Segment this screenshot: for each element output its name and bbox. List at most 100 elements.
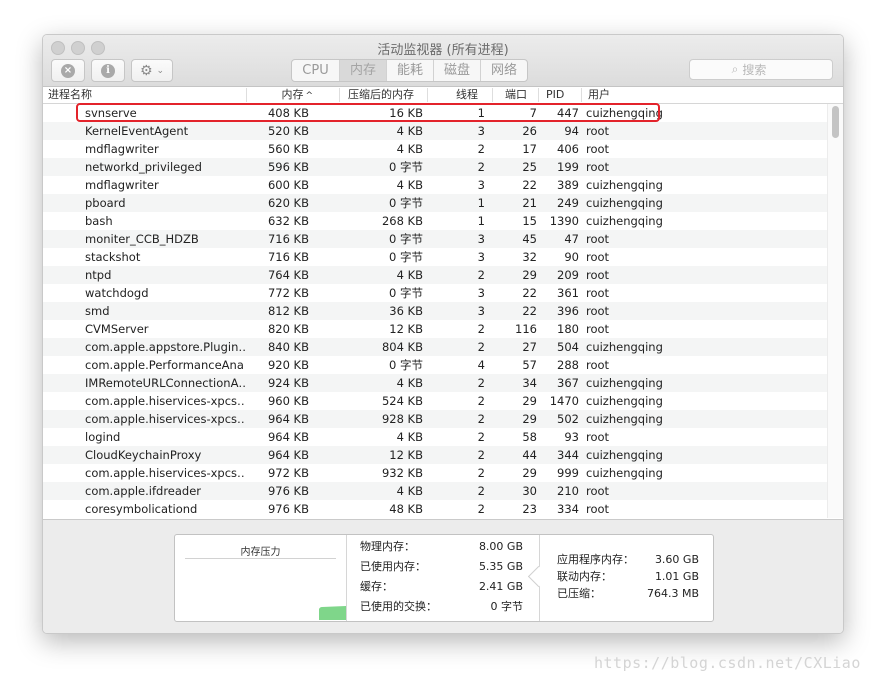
column-header-name[interactable]: 进程名称 bbox=[48, 88, 243, 102]
table-row[interactable]: com.apple.hiservices-xpcs… 972 KB 932 KB 2 2… bbox=[43, 464, 827, 482]
action-menu-button[interactable]: ⚙ ⌄ bbox=[131, 59, 173, 82]
search-box[interactable]: ⌕ bbox=[689, 59, 833, 80]
tab-cpu[interactable]: CPU bbox=[292, 60, 339, 81]
table-row[interactable]: IMRemoteURLConnectionA… 924 KB 4 KB 2 34 367 c… bbox=[43, 374, 827, 392]
cell-memory: 976 KB bbox=[267, 484, 309, 498]
view-tabs: CPU 内存 能耗 磁盘 网络 bbox=[291, 59, 528, 82]
table-row[interactable]: com.apple.appstore.Plugin… 840 KB 804 KB 2 2… bbox=[43, 338, 827, 356]
tab-energy[interactable]: 能耗 bbox=[386, 60, 433, 81]
cell-threads: 3 bbox=[477, 286, 485, 300]
cell-threads: 2 bbox=[477, 484, 485, 498]
compressed-memory-label: 已压缩： bbox=[557, 587, 601, 600]
table-row[interactable]: bash 632 KB 268 KB 1 15 1390 cuizhengqing bbox=[43, 212, 827, 230]
cell-memory: 964 KB bbox=[267, 412, 309, 426]
cell-compressed: 524 KB bbox=[381, 394, 423, 408]
cell-memory: 600 KB bbox=[267, 178, 309, 192]
cell-compressed: 48 KB bbox=[389, 502, 423, 516]
cell-ports: 32 bbox=[522, 250, 537, 264]
cell-memory: 976 KB bbox=[267, 502, 309, 516]
column-header-threads[interactable]: 线程 bbox=[427, 88, 478, 102]
cell-name: com.apple.hiservices-xpcs… bbox=[85, 412, 245, 426]
cell-threads: 2 bbox=[477, 430, 485, 444]
table-row[interactable]: com.apple.PerformanceAna… 920 KB 0 字节 4 57 28… bbox=[43, 356, 827, 374]
panel-caret bbox=[527, 565, 550, 588]
scroll-thumb[interactable] bbox=[832, 106, 839, 138]
cell-name: stackshot bbox=[85, 250, 141, 264]
memory-summary-area: 内存压力 物理内存： 8.00 GB 已使用内存： 5.35 GB 缓存： 2.… bbox=[43, 519, 843, 633]
vertical-scrollbar[interactable] bbox=[827, 104, 843, 518]
cell-memory: 620 KB bbox=[267, 196, 309, 210]
cell-name: KernelEventAgent bbox=[85, 124, 189, 138]
table-row[interactable]: moniter_CCB_HDZB 716 KB 0 字节 3 45 47 root bbox=[43, 230, 827, 248]
tab-memory[interactable]: 内存 bbox=[339, 60, 386, 81]
cell-memory: 520 KB bbox=[267, 124, 309, 138]
cell-threads: 2 bbox=[477, 376, 485, 390]
cell-ports: 23 bbox=[522, 502, 537, 516]
table-row[interactable]: coresymbolicationd 976 KB 48 KB 2 23 334 root bbox=[43, 500, 827, 518]
cell-name: com.apple.appstore.Plugin… bbox=[85, 340, 245, 354]
cell-memory: 920 KB bbox=[267, 358, 309, 372]
cell-ports: 44 bbox=[522, 448, 537, 462]
table-row[interactable]: CVMServer 820 KB 12 KB 2 116 180 root bbox=[43, 320, 827, 338]
column-header-pid[interactable]: PID bbox=[538, 88, 582, 102]
cell-name: mdflagwriter bbox=[85, 142, 159, 156]
cell-ports: 17 bbox=[522, 142, 537, 156]
cell-compressed: 4 KB bbox=[396, 124, 423, 138]
table-row[interactable]: CloudKeychainProxy 964 KB 12 KB 2 44 344 cuizh… bbox=[43, 446, 827, 464]
cell-pid: 47 bbox=[564, 232, 579, 246]
physical-memory-value: 8.00 GB bbox=[478, 540, 523, 553]
compressed-memory-value: 764.3 MB bbox=[646, 587, 699, 600]
cell-ports: 29 bbox=[522, 412, 537, 426]
table-row[interactable]: com.apple.hiservices-xpcs… 960 KB 524 KB 2 2… bbox=[43, 392, 827, 410]
tab-network[interactable]: 网络 bbox=[480, 60, 527, 81]
table-row[interactable]: ntpd 764 KB 4 KB 2 29 209 root bbox=[43, 266, 827, 284]
search-input[interactable] bbox=[738, 62, 791, 77]
stop-process-button[interactable]: × bbox=[51, 59, 85, 82]
table-row[interactable]: mdflagwriter 600 KB 4 KB 3 22 389 cuizhengqing bbox=[43, 176, 827, 194]
cell-compressed: 4 KB bbox=[396, 484, 423, 498]
cell-name: mdflagwriter bbox=[85, 178, 159, 192]
cell-compressed: 36 KB bbox=[389, 304, 423, 318]
cell-name: watchdogd bbox=[85, 286, 149, 300]
table-row[interactable]: watchdogd 772 KB 0 字节 3 22 361 root bbox=[43, 284, 827, 302]
cell-user: root bbox=[586, 250, 610, 264]
wired-memory-label: 联动内存： bbox=[557, 570, 612, 583]
table-row[interactable]: networkd_privileged 596 KB 0 字节 2 25 199 root bbox=[43, 158, 827, 176]
cell-ports: 26 bbox=[522, 124, 537, 138]
table-row[interactable]: smd 812 KB 36 KB 3 22 396 root bbox=[43, 302, 827, 320]
table-row[interactable]: KernelEventAgent 520 KB 4 KB 3 26 94 root bbox=[43, 122, 827, 140]
cell-ports: 22 bbox=[522, 286, 537, 300]
cell-threads: 2 bbox=[477, 412, 485, 426]
table-row[interactable]: com.apple.ifdreader 976 KB 4 KB 2 30 210 root bbox=[43, 482, 827, 500]
cell-threads: 1 bbox=[477, 214, 485, 228]
cell-ports: 21 bbox=[522, 196, 537, 210]
column-header-ports[interactable]: 端口 bbox=[492, 88, 527, 102]
cell-threads: 1 bbox=[477, 196, 485, 210]
table-row[interactable]: stackshot 716 KB 0 字节 3 32 90 root bbox=[43, 248, 827, 266]
cell-pid: 389 bbox=[557, 178, 579, 192]
cell-memory: 924 KB bbox=[267, 376, 309, 390]
column-header-compressed[interactable]: 压缩后的内存 bbox=[339, 88, 428, 102]
cell-user: cuizhengqing bbox=[586, 214, 663, 228]
column-header-memory[interactable]: 内存 ^ bbox=[246, 88, 313, 102]
column-header-user[interactable]: 用户 bbox=[581, 88, 668, 102]
memory-summary-panel: 内存压力 物理内存： 8.00 GB 已使用内存： 5.35 GB 缓存： 2.… bbox=[174, 534, 714, 622]
cell-user: root bbox=[586, 124, 610, 138]
tab-disk[interactable]: 磁盘 bbox=[433, 60, 480, 81]
cell-name: smd bbox=[85, 304, 110, 318]
table-row[interactable]: logind 964 KB 4 KB 2 58 93 root bbox=[43, 428, 827, 446]
cell-user: cuizhengqing bbox=[586, 466, 663, 480]
activity-monitor-window: 活动监视器 (所有进程) × i ⚙ ⌄ CPU 内存 能耗 磁盘 网络 ⌕ 进… bbox=[42, 34, 844, 634]
cell-ports: 27 bbox=[522, 340, 537, 354]
table-row[interactable]: com.apple.hiservices-xpcs… 964 KB 928 KB 2 2… bbox=[43, 410, 827, 428]
cell-pid: 94 bbox=[564, 124, 579, 138]
cell-memory: 596 KB bbox=[267, 160, 309, 174]
cell-pid: 1470 bbox=[549, 394, 579, 408]
inspect-process-button[interactable]: i bbox=[91, 59, 125, 82]
cell-pid: 344 bbox=[557, 448, 579, 462]
table-row[interactable]: mdflagwriter 560 KB 4 KB 2 17 406 root bbox=[43, 140, 827, 158]
cell-compressed: 4 KB bbox=[396, 268, 423, 282]
cell-threads: 2 bbox=[477, 160, 485, 174]
table-row[interactable]: pboard 620 KB 0 字节 1 21 249 cuizhengqing bbox=[43, 194, 827, 212]
cell-threads: 2 bbox=[477, 448, 485, 462]
